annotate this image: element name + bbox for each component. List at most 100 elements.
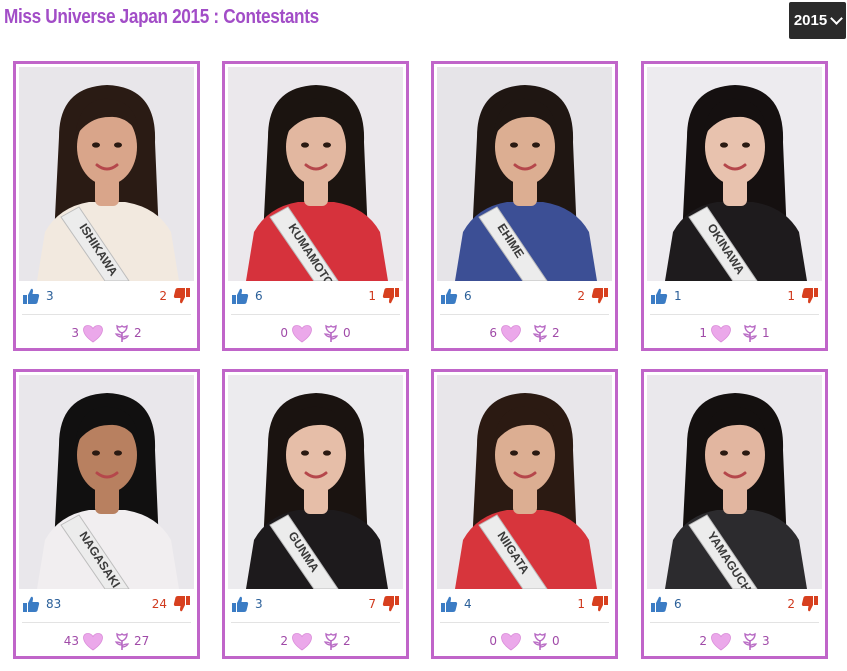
heart-icon[interactable] bbox=[82, 632, 104, 651]
dislike-count: 1 bbox=[577, 597, 585, 611]
dislike-button[interactable]: 24 bbox=[152, 595, 191, 613]
like-button[interactable]: 6 bbox=[231, 287, 263, 305]
vote-bar: 3 7 bbox=[225, 591, 406, 619]
flower-icon[interactable] bbox=[742, 631, 758, 651]
chevron-down-icon bbox=[830, 12, 844, 25]
thumbs-up-icon bbox=[232, 596, 249, 612]
thumbs-up-icon bbox=[441, 596, 458, 612]
dislike-count: 2 bbox=[159, 289, 167, 303]
flower-count: 3 bbox=[762, 634, 770, 648]
dislike-button[interactable]: 1 bbox=[787, 287, 819, 305]
heart-count: 3 bbox=[71, 326, 79, 340]
contestant-photo[interactable]: NAGASAKI bbox=[19, 375, 194, 589]
flower-count: 2 bbox=[552, 326, 560, 340]
reaction-bar: 2 2 bbox=[225, 630, 406, 652]
contestant-photo[interactable]: NIIGATA bbox=[437, 375, 612, 589]
flower-icon[interactable] bbox=[742, 323, 758, 343]
heart-icon[interactable] bbox=[500, 632, 522, 651]
like-button[interactable]: 6 bbox=[650, 595, 682, 613]
contestant-card[interactable]: OKINAWA 1 1 1 1 bbox=[641, 61, 828, 351]
flower-icon[interactable] bbox=[114, 631, 130, 651]
reaction-bar: 2 3 bbox=[644, 630, 825, 652]
flower-icon[interactable] bbox=[114, 323, 130, 343]
thumbs-up-icon bbox=[23, 596, 40, 612]
flower-icon[interactable] bbox=[532, 631, 548, 651]
vote-bar: 4 1 bbox=[434, 591, 615, 619]
dislike-count: 24 bbox=[151, 597, 167, 611]
contestant-card[interactable]: KUMAMOTO 6 1 0 0 bbox=[222, 61, 409, 351]
contestant-photo[interactable]: OKINAWA bbox=[647, 67, 822, 281]
heart-count: 0 bbox=[489, 634, 497, 648]
heart-icon[interactable] bbox=[710, 324, 732, 343]
like-button[interactable]: 3 bbox=[231, 595, 263, 613]
flower-icon[interactable] bbox=[323, 631, 339, 651]
like-button[interactable]: 4 bbox=[440, 595, 472, 613]
contestant-card[interactable]: ISHIKAWA 3 2 3 2 bbox=[13, 61, 200, 351]
dislike-button[interactable]: 2 bbox=[787, 595, 819, 613]
contestant-card[interactable]: NAGASAKI 83 24 43 27 bbox=[13, 369, 200, 659]
dislike-count: 1 bbox=[368, 289, 376, 303]
thumbs-down-icon bbox=[173, 288, 190, 304]
like-count: 6 bbox=[464, 289, 472, 303]
contestant-card[interactable]: GUNMA 3 7 2 2 bbox=[222, 369, 409, 659]
contestant-photo[interactable]: GUNMA bbox=[228, 375, 403, 589]
heart-icon[interactable] bbox=[82, 324, 104, 343]
like-button[interactable]: 83 bbox=[22, 595, 61, 613]
dislike-button[interactable]: 1 bbox=[577, 595, 609, 613]
thumbs-up-icon bbox=[651, 596, 668, 612]
heart-count: 43 bbox=[63, 634, 79, 648]
heart-icon[interactable] bbox=[500, 324, 522, 343]
flower-count: 2 bbox=[134, 326, 142, 340]
dislike-button[interactable]: 7 bbox=[368, 595, 400, 613]
like-button[interactable]: 1 bbox=[650, 287, 682, 305]
flower-count: 1 bbox=[762, 326, 770, 340]
thumbs-up-icon bbox=[651, 288, 668, 304]
dislike-count: 2 bbox=[787, 597, 795, 611]
contestant-card[interactable]: YAMAGUCHI 6 2 2 3 bbox=[641, 369, 828, 659]
like-button[interactable]: 3 bbox=[22, 287, 54, 305]
dislike-count: 1 bbox=[787, 289, 795, 303]
vote-bar: 6 2 bbox=[434, 283, 615, 311]
like-count: 3 bbox=[255, 597, 263, 611]
flower-icon[interactable] bbox=[323, 323, 339, 343]
heart-icon[interactable] bbox=[710, 632, 732, 651]
reaction-bar: 6 2 bbox=[434, 322, 615, 344]
divider bbox=[440, 622, 609, 623]
page-title: Miss Universe Japan 2015 : Contestants bbox=[4, 6, 319, 28]
heart-icon[interactable] bbox=[291, 632, 313, 651]
like-count: 3 bbox=[46, 289, 54, 303]
vote-bar: 6 2 bbox=[644, 591, 825, 619]
contestant-card[interactable]: EHIME 6 2 6 2 bbox=[431, 61, 618, 351]
dislike-button[interactable]: 2 bbox=[159, 287, 191, 305]
heart-count: 6 bbox=[489, 326, 497, 340]
contestant-card[interactable]: NIIGATA 4 1 0 0 bbox=[431, 369, 618, 659]
divider bbox=[22, 314, 191, 315]
year-select[interactable]: 2015 bbox=[789, 2, 846, 39]
thumbs-up-icon bbox=[23, 288, 40, 304]
divider bbox=[440, 314, 609, 315]
divider bbox=[650, 622, 819, 623]
flower-count: 0 bbox=[343, 326, 351, 340]
like-count: 1 bbox=[674, 289, 682, 303]
vote-bar: 6 1 bbox=[225, 283, 406, 311]
thumbs-up-icon bbox=[441, 288, 458, 304]
dislike-button[interactable]: 2 bbox=[577, 287, 609, 305]
contestant-photo[interactable]: EHIME bbox=[437, 67, 612, 281]
thumbs-down-icon bbox=[173, 596, 190, 612]
dislike-button[interactable]: 1 bbox=[368, 287, 400, 305]
flower-icon[interactable] bbox=[532, 323, 548, 343]
reaction-bar: 1 1 bbox=[644, 322, 825, 344]
heart-count: 2 bbox=[699, 634, 707, 648]
like-count: 6 bbox=[255, 289, 263, 303]
contestant-photo[interactable]: YAMAGUCHI bbox=[647, 375, 822, 589]
like-button[interactable]: 6 bbox=[440, 287, 472, 305]
like-count: 6 bbox=[674, 597, 682, 611]
heart-count: 0 bbox=[280, 326, 288, 340]
reaction-bar: 0 0 bbox=[434, 630, 615, 652]
contestant-photo[interactable]: ISHIKAWA bbox=[19, 67, 194, 281]
vote-bar: 3 2 bbox=[16, 283, 197, 311]
divider bbox=[22, 622, 191, 623]
heart-icon[interactable] bbox=[291, 324, 313, 343]
like-count: 83 bbox=[46, 597, 62, 611]
contestant-photo[interactable]: KUMAMOTO bbox=[228, 67, 403, 281]
